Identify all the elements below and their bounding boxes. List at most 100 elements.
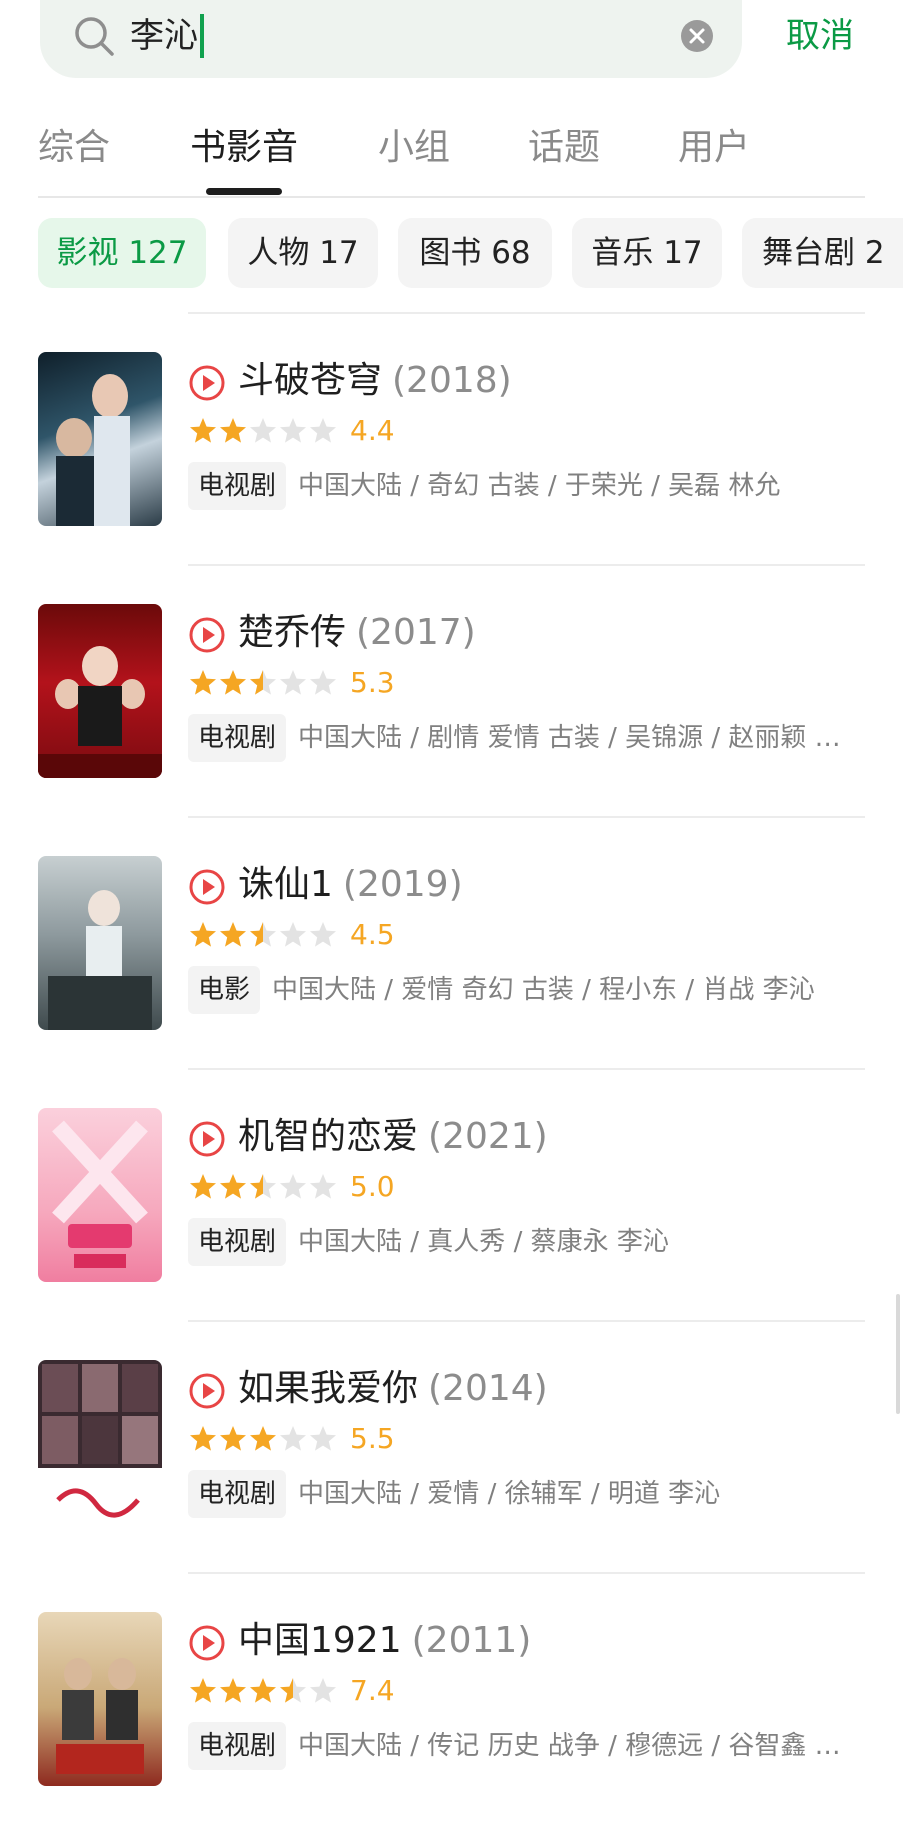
chip-people[interactable]: 人物 17 [228,218,378,288]
poster-image[interactable] [38,1108,162,1282]
star-rating [188,920,338,950]
star-icon [280,1174,306,1199]
result-item[interactable]: 中国1921 (2011) 7.4 电视剧 中国大陆 / 传记 历史 战争 / 穆德… [0,1572,903,1824]
poster-image[interactable] [38,856,162,1030]
title-text: 中国1921 [238,1620,402,1661]
search-bar[interactable]: 李沁 [40,0,742,78]
result-item[interactable]: 如果我爱你 (2014) 5.5 电视剧 中国大陆 / 爱情 / 徐辅军 / 明道 … [0,1320,903,1572]
poster-image[interactable] [38,1360,162,1534]
result-title[interactable]: 楚乔传 (2017) [238,608,476,658]
star-icon [250,418,276,443]
title-text: 斗破苍穹 [238,360,383,401]
star-icon [310,418,336,443]
star-icon [250,922,276,947]
meta-text: 中国大陆 / 爱情 奇幻 古装 / 程小东 / 肖战 李沁 [272,975,815,1005]
release-year: (2021) [428,1116,548,1157]
star-rating [188,1676,338,1706]
rating-score: 4.5 [350,918,395,951]
result-meta: 电视剧 中国大陆 / 真人秀 / 蔡康永 李沁 [188,1218,669,1266]
play-icon [189,1373,225,1409]
result-item[interactable]: 楚乔传 (2017) 5.3 电视剧 中国大陆 / 剧情 爱情 古装 / 吴锦源 /… [0,564,903,816]
rating-score: 5.0 [350,1170,395,1203]
star-icon [310,922,336,947]
star-icon [310,1174,336,1199]
star-icon [190,1174,216,1199]
star-icon [220,1426,246,1451]
result-title[interactable]: 中国1921 (2011) [238,1616,531,1666]
star-icon [190,922,216,947]
result-item[interactable]: 机智的恋爱 (2021) 5.0 电视剧 中国大陆 / 真人秀 / 蔡康永 李沁 [0,1068,903,1320]
poster-image[interactable] [38,352,162,526]
chip-books[interactable]: 图书 68 [398,218,552,288]
star-rating [188,668,338,698]
star-icon [220,1678,246,1703]
star-rating [188,416,338,446]
title-text: 楚乔传 [238,612,347,653]
rating-score: 7.4 [350,1674,395,1707]
result-meta: 电视剧 中国大陆 / 传记 历史 战争 / 穆德远 / 谷智鑫 … [188,1722,841,1770]
result-title[interactable]: 斗破苍穹 (2018) [238,356,512,406]
star-icon [310,670,336,695]
meta-text: 中国大陆 / 剧情 爱情 古装 / 吴锦源 / 赵丽颖 … [298,723,841,753]
meta-text: 中国大陆 / 传记 历史 战争 / 穆德远 / 谷智鑫 … [298,1731,841,1761]
active-tab-indicator [206,188,282,195]
star-icon [250,1678,276,1703]
meta-text: 中国大陆 / 奇幻 古装 / 于荣光 / 吴磊 林允 [298,471,781,501]
chip-film-tv[interactable]: 影视 127 [38,218,206,288]
result-title[interactable]: 诛仙1 (2019) [238,860,463,910]
star-icon [250,670,276,695]
star-icon [280,418,306,443]
result-meta: 电视剧 中国大陆 / 奇幻 古装 / 于荣光 / 吴磊 林允 [188,462,780,510]
type-badge: 电视剧 [188,1218,287,1266]
tab-topics[interactable]: 话题 [528,120,600,176]
poster-image[interactable] [38,1612,162,1786]
release-year: (2011) [411,1620,532,1661]
star-rating [188,1424,338,1454]
rating-score: 5.5 [350,1422,395,1455]
tab-users[interactable]: 用户 [678,120,750,176]
star-icon [190,418,216,443]
type-badge: 电视剧 [188,1470,287,1518]
chip-stage[interactable]: 舞台剧 2 [742,218,903,288]
result-item[interactable]: 诛仙1 (2019) 4.5 电影 中国大陆 / 爱情 奇幻 古装 / 程小东 / … [0,816,903,1068]
star-icon [310,1426,336,1451]
poster-image[interactable] [38,604,162,778]
star-icon [250,1174,276,1199]
text-caret [200,14,204,58]
star-icon [280,922,306,947]
tab-books-movies-music[interactable]: 书影音 [190,120,298,176]
search-input[interactable]: 李沁 [130,14,204,58]
scrollbar[interactable] [896,1294,900,1414]
star-icon [220,418,246,443]
tab-groups[interactable]: 小组 [378,120,450,176]
star-icon [220,1174,246,1199]
type-badge: 电视剧 [188,462,287,510]
star-icon [220,670,246,695]
result-item[interactable]: 斗破苍穹 (2018) 4.4 电视剧 中国大陆 / 奇幻 古装 / 于荣光 / 吴… [0,312,903,564]
cancel-button[interactable]: 取消 [786,14,854,58]
play-icon [189,617,225,653]
title-text: 诛仙1 [238,864,333,905]
play-icon [189,1121,225,1157]
chip-music[interactable]: 音乐 17 [572,218,722,288]
release-year: (2017) [356,612,476,653]
clear-icon[interactable] [680,19,714,53]
result-meta: 电影 中国大陆 / 爱情 奇幻 古装 / 程小东 / 肖战 李沁 [188,966,815,1014]
result-title[interactable]: 机智的恋爱 (2021) [238,1112,548,1162]
title-text: 如果我爱你 [238,1368,419,1409]
star-icon [280,1678,306,1703]
tab-all[interactable]: 综合 [38,120,110,176]
result-title[interactable]: 如果我爱你 (2014) [238,1364,548,1414]
search-icon [75,17,114,56]
type-badge: 电视剧 [188,1722,287,1770]
star-icon [280,1426,306,1451]
meta-text: 中国大陆 / 爱情 / 徐辅军 / 明道 李沁 [298,1479,721,1509]
tabs-divider [38,196,865,198]
star-icon [190,1678,216,1703]
type-badge: 电视剧 [188,714,287,762]
star-icon [190,670,216,695]
play-icon [189,869,225,905]
star-icon [250,1426,276,1451]
category-tabs: 综合 书影音 小组 话题 用户 [0,120,903,200]
result-meta: 电视剧 中国大陆 / 剧情 爱情 古装 / 吴锦源 / 赵丽颖 … [188,714,841,762]
